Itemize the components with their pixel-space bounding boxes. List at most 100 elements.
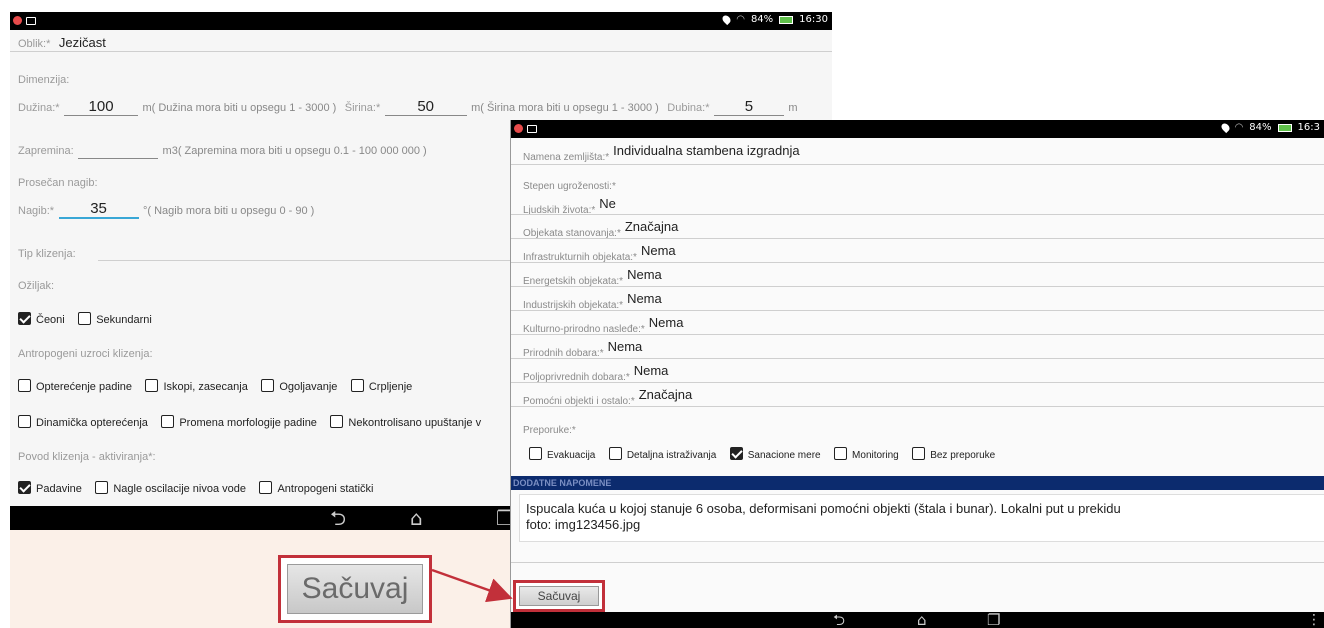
poljoprivrednih-value[interactable]: Nema xyxy=(634,363,669,378)
notes-textarea[interactable]: Ispucala kuća u kojoj stanuje 6 osoba, d… xyxy=(519,494,1324,542)
povod-options: Padavine Nagle oscilacije nivoa vode Ant… xyxy=(18,479,382,497)
checkbox-monitoring[interactable]: Monitoring xyxy=(834,445,908,462)
dubina-label: Dubina:* xyxy=(667,102,710,114)
field-label: Stepen ugroženosti:* xyxy=(523,181,616,192)
checkbox-icon xyxy=(529,447,542,460)
checkbox-label: Dinamička opterećenja xyxy=(36,417,148,429)
screen-right: ◠ 84% 16:3 Namena zemljišta:* Individualn… xyxy=(510,120,1324,628)
section-header-napomene: DODATNE NAPOMENE xyxy=(511,476,1324,490)
save-button-zoomed[interactable]: Sačuvaj xyxy=(287,564,423,614)
checkbox-icon xyxy=(145,379,159,392)
notes-line: foto: img123456.jpg xyxy=(526,517,641,532)
checkbox-ogoljavanje[interactable]: Ogoljavanje xyxy=(261,377,346,394)
battery-icon xyxy=(779,15,794,24)
sirina-label: Širina:* xyxy=(344,102,381,114)
notes-line: Ispucala kuća u kojoj stanuje 6 osoba, d… xyxy=(526,501,1121,516)
checkbox-nekontrolisano[interactable]: Nekontrolisano upuštanje v xyxy=(330,413,490,430)
checkbox-crpljenje[interactable]: Crpljenje xyxy=(350,377,421,394)
checkbox-padavine[interactable]: Padavine xyxy=(18,479,91,496)
checkbox-promena-morfologije[interactable]: Promena morfologije padine xyxy=(161,413,326,430)
checkbox-label: Opterećenje padine xyxy=(36,381,133,393)
objekata-stanovanja-value[interactable]: Značajna xyxy=(625,219,678,234)
notification-icon xyxy=(13,16,22,25)
checkbox-dinamicka[interactable]: Dinamička opterećenja xyxy=(18,413,157,430)
menu-icon[interactable]: ⋮ xyxy=(1307,610,1321,628)
antropogeni-options-row2: Dinamička opterećenja Promena morfologij… xyxy=(18,413,490,431)
kulturno-prirodno-value[interactable]: Nema xyxy=(649,315,684,330)
checkbox-icon xyxy=(834,447,848,460)
field-label: Namena zemljišta:* xyxy=(523,152,610,163)
zapremina-input[interactable] xyxy=(78,145,159,159)
checkbox-ceoni[interactable]: Čeoni xyxy=(18,310,74,327)
checkbox-label: Promena morfologije padine xyxy=(179,417,317,429)
ljudskih-zivota-value[interactable]: Ne xyxy=(599,196,616,211)
checkbox-label: Ogoljavanje xyxy=(279,381,338,393)
checkbox-icon xyxy=(95,481,109,494)
battery-icon xyxy=(1277,123,1292,132)
checkbox-sanacione-mere[interactable]: Sanacione mere xyxy=(729,445,830,462)
checkbox-icon xyxy=(259,481,273,494)
povod-label: Povod klizenja - aktiviranja*: xyxy=(18,451,156,463)
checkbox-icon xyxy=(261,379,275,392)
energetskih-value[interactable]: Nema xyxy=(627,267,662,282)
dubina-input[interactable]: 5 xyxy=(713,98,784,116)
preporuke-options: Evakuacija Detaljna istraživanja Sanacio… xyxy=(529,445,1004,463)
checkbox-bez-preporuke[interactable]: Bez preporuke xyxy=(912,445,1004,462)
battery-percent: 84% xyxy=(750,14,774,25)
back-icon[interactable]: ⮌ xyxy=(330,508,346,528)
landslide-form-part2: Namena zemljišta:* Individualna stambena … xyxy=(511,138,1324,612)
home-icon[interactable]: ⌂ xyxy=(917,610,927,628)
checkbox-label: Sanacione mere xyxy=(747,450,821,461)
screen-icon xyxy=(527,125,537,133)
checkbox-label: Bez preporuke xyxy=(930,450,996,461)
battery-percent: 84% xyxy=(1249,122,1272,133)
antropogeni-label: Antropogeni uzroci klizenja: xyxy=(18,348,153,360)
nagib-input[interactable]: 35 xyxy=(58,200,139,219)
home-icon[interactable]: ⌂ xyxy=(410,508,423,528)
status-bar: ◠ 84% 16:30 xyxy=(10,12,832,30)
highlight-frame: Sačuvaj xyxy=(278,555,432,623)
sirina-input[interactable]: 50 xyxy=(384,98,467,116)
checkbox-icon xyxy=(608,447,622,460)
checkbox-icon xyxy=(330,415,344,428)
infrastrukturnih-value[interactable]: Nema xyxy=(641,243,676,258)
namena-zemljista-value[interactable]: Individualna stambena izgradnja xyxy=(613,143,799,158)
field-label: Preporuke:* xyxy=(523,425,576,436)
checkbox-label: Iskopi, zasecanja xyxy=(163,381,248,393)
location-icon xyxy=(721,13,733,26)
checkbox-nagle-oscilacije[interactable]: Nagle oscilacije nivoa vode xyxy=(95,479,255,496)
checkbox-label: Antropogeni statički xyxy=(277,483,374,495)
back-icon[interactable]: ⮌ xyxy=(833,610,845,628)
checkbox-icon xyxy=(912,447,926,460)
save-button[interactable]: Sačuvaj xyxy=(519,586,599,606)
checkbox-sekundarni[interactable]: Sekundarni xyxy=(78,310,161,327)
nagib-label: Nagib:* xyxy=(18,205,55,217)
prirodnih-dobara-value[interactable]: Nema xyxy=(608,339,643,354)
location-icon xyxy=(1219,121,1231,134)
wifi-icon: ◠ xyxy=(736,14,745,25)
nagib-hint: °( Nagib mora biti u opsegu 0 - 90 ) xyxy=(142,205,315,217)
checkbox-label: Sekundarni xyxy=(96,314,152,326)
checkbox-checked-icon xyxy=(729,447,743,460)
checkbox-opterecenje-padine[interactable]: Opterećenje padine xyxy=(18,377,141,394)
checkbox-icon xyxy=(18,379,31,392)
checkbox-antropogeni-staticki[interactable]: Antropogeni statički xyxy=(259,479,382,496)
checkbox-label: Crpljenje xyxy=(368,381,413,393)
checkbox-iskopi[interactable]: Iskopi, zasecanja xyxy=(145,377,256,394)
sirina-hint: m( Širina mora biti u opsegu 1 - 3000 ) xyxy=(471,102,659,114)
prosecan-nagib-label: Prosečan nagib: xyxy=(18,177,98,189)
oziljak-options: Čeoni Sekundarni xyxy=(18,310,161,328)
checkbox-evakuacija[interactable]: Evakuacija xyxy=(529,445,604,462)
antropogeni-options-row1: Opterećenje padine Iskopi, zasecanja Ogo… xyxy=(18,377,421,395)
duzina-hint: m( Dužina mora biti u opsegu 1 - 3000 ) xyxy=(142,102,337,114)
checkbox-label: Nekontrolisano upuštanje v xyxy=(348,417,482,429)
highlight-frame: Sačuvaj xyxy=(513,580,605,612)
oblik-value[interactable]: Jezičast xyxy=(59,35,106,50)
duzina-input[interactable]: 100 xyxy=(64,98,139,116)
industrijskih-value[interactable]: Nema xyxy=(627,291,662,306)
checkbox-icon xyxy=(161,415,175,428)
checkbox-detaljna[interactable]: Detaljna istraživanja xyxy=(608,445,726,462)
pomocni-objekti-value[interactable]: Značajna xyxy=(639,387,692,402)
recent-apps-icon[interactable]: ❐ xyxy=(987,610,1000,628)
navigation-bar: ⮌ ⌂ ❐ ⋮ xyxy=(511,610,1324,628)
